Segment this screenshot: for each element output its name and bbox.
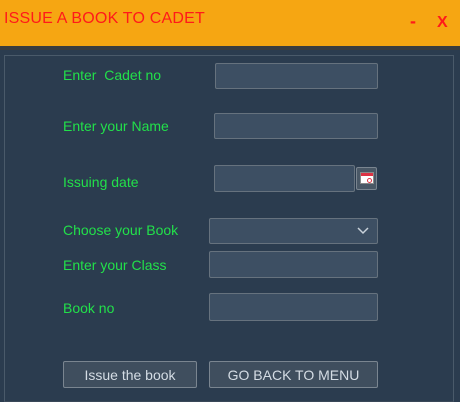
class-label: Enter your Class bbox=[63, 257, 167, 273]
date-picker-button[interactable] bbox=[356, 167, 377, 190]
close-button[interactable]: X bbox=[437, 14, 448, 32]
name-input[interactable] bbox=[214, 113, 378, 139]
cadet-no-label: Enter Cadet no bbox=[63, 67, 162, 83]
class-input[interactable] bbox=[209, 251, 378, 278]
back-to-menu-button[interactable]: GO BACK TO MENU bbox=[209, 361, 378, 388]
window-title: ISSUE A BOOK TO CADET bbox=[4, 10, 206, 27]
chevron-down-icon bbox=[357, 223, 369, 241]
calendar-icon bbox=[360, 172, 374, 184]
book-select[interactable] bbox=[209, 218, 378, 244]
issuing-date-label: Issuing date bbox=[63, 174, 139, 190]
issuing-date-input[interactable] bbox=[214, 165, 355, 192]
minimize-button[interactable]: - bbox=[410, 11, 416, 32]
issue-book-button[interactable]: Issue the book bbox=[63, 361, 197, 388]
choose-book-label: Choose your Book bbox=[63, 222, 179, 238]
title-bar: ISSUE A BOOK TO CADET - X bbox=[0, 0, 460, 46]
book-no-input[interactable] bbox=[209, 293, 378, 321]
cadet-no-input[interactable] bbox=[215, 63, 378, 89]
book-no-label: Book no bbox=[63, 300, 115, 316]
name-label: Enter your Name bbox=[63, 118, 169, 134]
